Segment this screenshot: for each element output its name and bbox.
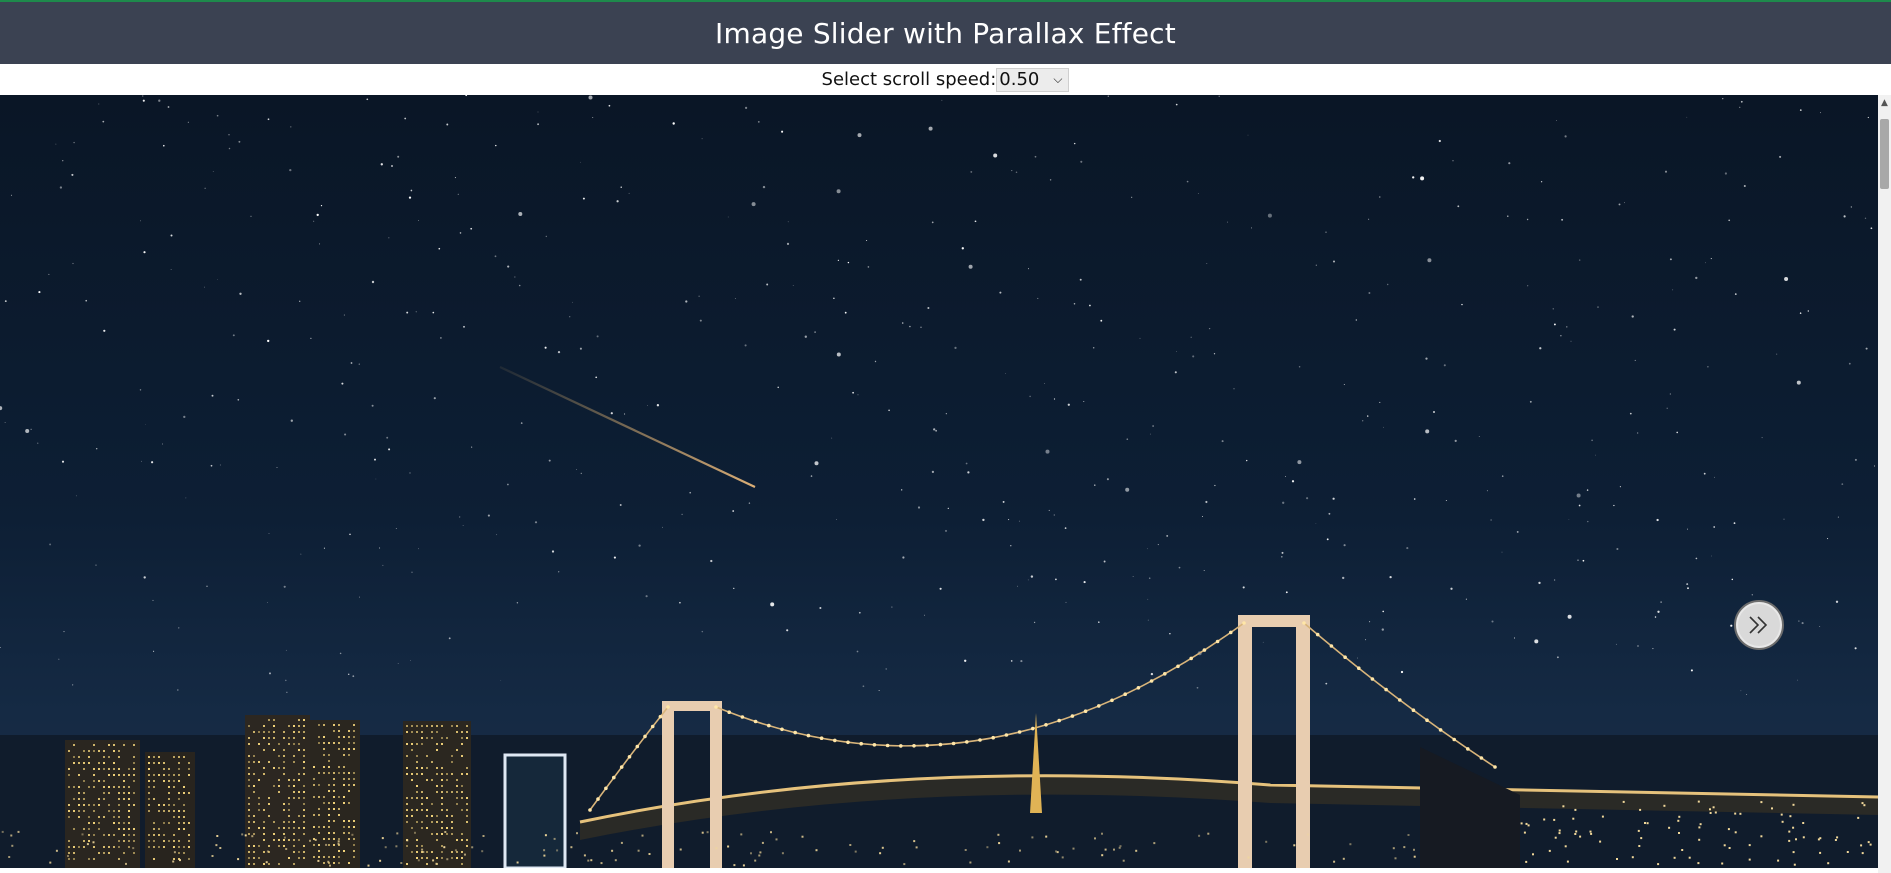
scrollbar-thumb[interactable] — [1880, 119, 1889, 189]
next-slide-button[interactable] — [1734, 600, 1784, 650]
speed-controls: Select scroll speed: 0.50 ⌵ — [0, 64, 1891, 95]
scroll-speed-select[interactable]: 0.50 ⌵ — [996, 67, 1070, 92]
bottom-strip — [0, 868, 1878, 873]
slide-image-night-bridge — [0, 95, 1878, 868]
scroll-up-icon[interactable]: ▲ — [1878, 97, 1891, 109]
page-title: Image Slider with Parallax Effect — [715, 16, 1176, 50]
image-slider — [0, 95, 1878, 868]
vertical-scrollbar[interactable]: ▲ — [1878, 95, 1891, 873]
page-header: Image Slider with Parallax Effect — [0, 2, 1891, 64]
double-chevron-right-icon — [1749, 616, 1768, 634]
speed-label: Select scroll speed: — [821, 69, 997, 90]
scroll-speed-value: 0.50 — [999, 69, 1040, 90]
chevron-down-icon: ⌵ — [1053, 72, 1063, 86]
